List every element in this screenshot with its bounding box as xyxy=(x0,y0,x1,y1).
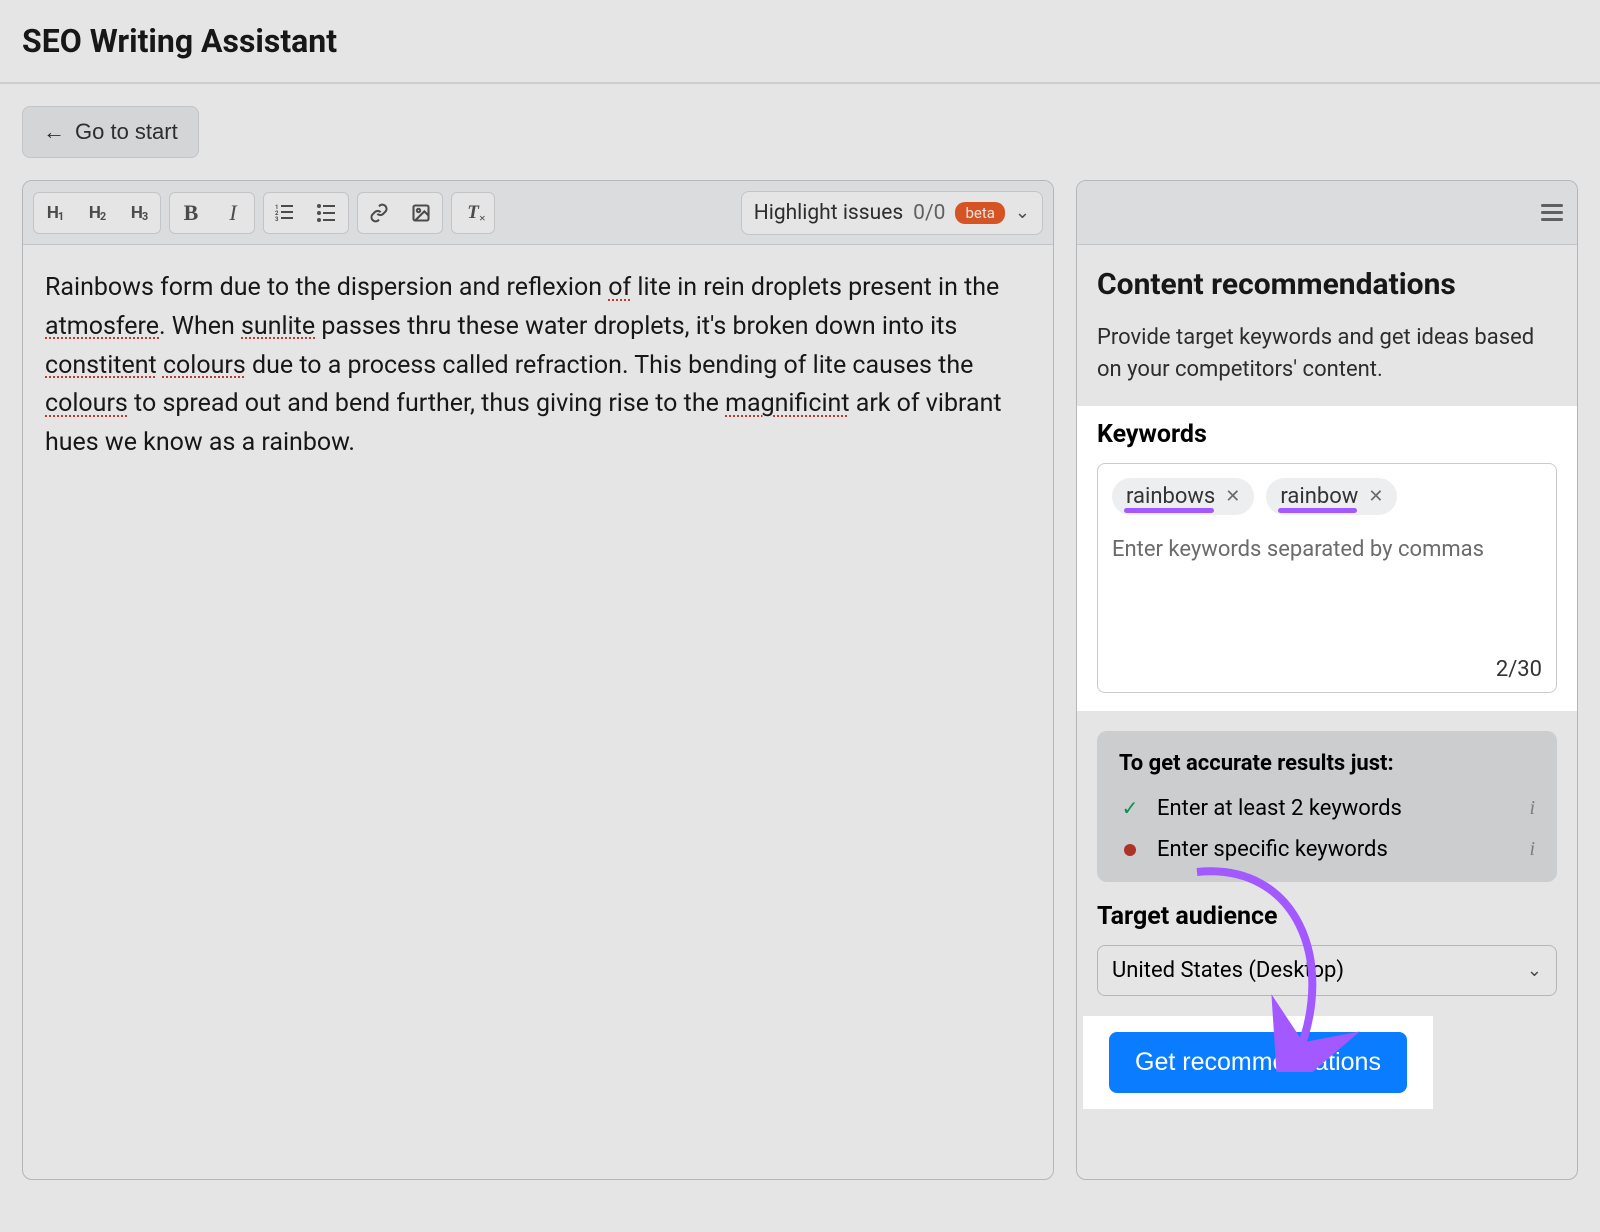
target-audience-section: Target audience United States (Desktop) … xyxy=(1097,902,1557,996)
spelling-error-word: of xyxy=(608,273,631,302)
unordered-list-button[interactable] xyxy=(306,193,348,233)
highlight-count: 0/0 xyxy=(913,201,945,225)
page-title: SEO Writing Assistant xyxy=(22,22,1578,60)
arrow-left-icon: ← xyxy=(43,119,65,145)
cta-wrap: Get recommendations xyxy=(1083,1016,1433,1109)
unordered-list-icon xyxy=(317,203,337,223)
chevron-down-icon: ⌄ xyxy=(1015,202,1030,223)
tip-row: ✓ Enter at least 2 keywords i xyxy=(1119,796,1535,821)
keywords-section: Keywords rainbows ✕ rainbow ✕ Enter keyword… xyxy=(1077,406,1577,711)
ordered-list-button[interactable]: 1 2 3 xyxy=(264,193,306,233)
image-icon xyxy=(411,203,431,223)
editor-body[interactable]: Rainbows form due to the dispersion and … xyxy=(23,245,1053,487)
tip-text: Enter at least 2 keywords xyxy=(1157,796,1402,821)
list-group: 1 2 3 xyxy=(263,192,349,234)
tips-title: To get accurate results just: xyxy=(1119,751,1535,776)
text-segment: to spread out and bend further, thus giv… xyxy=(128,389,725,418)
keywords-input-box[interactable]: rainbows ✕ rainbow ✕ Enter keywords separat… xyxy=(1097,463,1557,693)
clear-format-icon: T× xyxy=(467,202,479,224)
spelling-error-word: magnificint xyxy=(725,389,849,418)
keyword-tags: rainbows ✕ rainbow ✕ xyxy=(1112,478,1542,515)
text-segment: Rainbows form due to the dispersion and … xyxy=(45,273,608,302)
content-wrap: ← Go to start H1 H2 H3 B I 1 xyxy=(0,84,1600,1202)
text-segment: due to a process called refraction. This… xyxy=(246,351,974,380)
page-header: SEO Writing Assistant xyxy=(0,0,1600,84)
tip-text: Enter specific keywords xyxy=(1157,837,1388,862)
text-segment: . When xyxy=(159,312,241,341)
go-to-start-button[interactable]: ← Go to start xyxy=(22,106,199,158)
go-to-start-label: Go to start xyxy=(75,119,178,145)
spelling-error-word: colours xyxy=(163,351,246,380)
tips-box: To get accurate results just: ✓ Enter at … xyxy=(1097,731,1557,882)
link-icon xyxy=(369,203,389,223)
italic-button[interactable]: I xyxy=(212,193,254,233)
keyword-tag-text: rainbow xyxy=(1280,484,1358,509)
target-audience-select[interactable]: United States (Desktop) ⌄ xyxy=(1097,945,1557,996)
keyword-tag: rainbow ✕ xyxy=(1266,478,1397,515)
spelling-error-word: atmosfere xyxy=(45,312,159,341)
target-value: United States (Desktop) xyxy=(1112,958,1344,983)
side-desc: Provide target keywords and get ideas ba… xyxy=(1097,322,1557,386)
keywords-label: Keywords xyxy=(1097,420,1557,449)
side-header xyxy=(1077,181,1577,245)
link-button[interactable] xyxy=(358,193,400,233)
highlight-issues-dropdown[interactable]: Highlight issues 0/0 beta ⌄ xyxy=(741,191,1043,235)
spelling-error-word: constitent xyxy=(45,351,157,380)
text-segment: passes thru these water droplets, it's b… xyxy=(315,312,957,341)
panels: H1 H2 H3 B I 1 2 3 xyxy=(22,180,1578,1180)
clear-format-button[interactable]: T× xyxy=(452,193,494,233)
tip-row: Enter specific keywords i xyxy=(1119,837,1535,862)
keywords-placeholder: Enter keywords separated by commas xyxy=(1112,537,1542,562)
get-recommendations-button[interactable]: Get recommendations xyxy=(1109,1032,1407,1093)
keywords-counter: 2/30 xyxy=(1496,657,1542,682)
side-body: Content recommendations Provide target k… xyxy=(1077,245,1577,1135)
h1-button[interactable]: H1 xyxy=(34,193,76,233)
dot-icon xyxy=(1124,844,1136,856)
image-button[interactable] xyxy=(400,193,442,233)
annotation-underline xyxy=(1278,508,1357,513)
h3-button[interactable]: H3 xyxy=(118,193,160,233)
highlight-label: Highlight issues xyxy=(754,201,903,225)
remove-keyword-icon[interactable]: ✕ xyxy=(1225,486,1240,507)
editor-panel: H1 H2 H3 B I 1 2 3 xyxy=(22,180,1054,1180)
menu-icon[interactable] xyxy=(1541,204,1563,221)
side-title: Content recommendations xyxy=(1097,267,1557,302)
info-icon[interactable]: i xyxy=(1529,797,1535,820)
heading-group: H1 H2 H3 xyxy=(33,192,161,234)
format-group: B I xyxy=(169,192,255,234)
h2-button[interactable]: H2 xyxy=(76,193,118,233)
spelling-error-word: colours xyxy=(45,389,128,418)
bold-button[interactable]: B xyxy=(170,193,212,233)
clear-group: T× xyxy=(451,192,495,234)
svg-text:3: 3 xyxy=(275,216,279,223)
ordered-list-icon: 1 2 3 xyxy=(275,203,295,223)
chevron-down-icon: ⌄ xyxy=(1527,960,1542,981)
editor-toolbar: H1 H2 H3 B I 1 2 3 xyxy=(23,181,1053,245)
spelling-error-word: sunlite xyxy=(241,312,315,341)
remove-keyword-icon[interactable]: ✕ xyxy=(1368,486,1383,507)
side-panel: Content recommendations Provide target k… xyxy=(1076,180,1578,1180)
keyword-tag: rainbows ✕ xyxy=(1112,478,1254,515)
beta-badge: beta xyxy=(955,202,1004,224)
keyword-tag-text: rainbows xyxy=(1126,484,1215,509)
target-label: Target audience xyxy=(1097,902,1557,931)
info-icon[interactable]: i xyxy=(1529,838,1535,861)
media-group xyxy=(357,192,443,234)
annotation-underline xyxy=(1124,508,1214,513)
check-icon: ✓ xyxy=(1122,796,1139,820)
text-segment: lite in rein droplets present in the xyxy=(631,273,999,302)
